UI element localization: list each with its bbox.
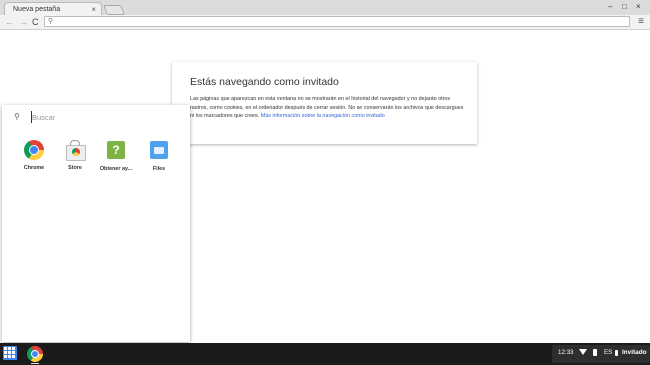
- new-tab-button[interactable]: [103, 5, 125, 15]
- chrome-icon: [24, 140, 44, 160]
- chrome-shelf-icon[interactable]: [27, 346, 43, 362]
- reload-icon[interactable]: C: [32, 16, 39, 28]
- search-icon: ⚲: [48, 18, 54, 25]
- app-files[interactable]: Files: [139, 140, 179, 172]
- guest-description: Las páginas que aparezcan en esta ventan…: [190, 95, 468, 121]
- search-icon: ⚲: [14, 112, 20, 121]
- app-store[interactable]: Store: [55, 140, 95, 171]
- menu-icon[interactable]: ≡: [638, 16, 644, 28]
- app-label: Obtener ay...: [99, 166, 133, 172]
- guest-info-card: Estás navegando como invitado Las página…: [172, 62, 477, 144]
- wifi-icon: [579, 349, 587, 355]
- back-icon[interactable]: ←: [5, 16, 14, 28]
- files-icon: [149, 141, 169, 161]
- tab-strip: Nueva pestaña × – □ ×: [0, 0, 650, 15]
- app-get-help[interactable]: ? Obtener ay...: [96, 140, 136, 172]
- launcher-search-input[interactable]: [31, 111, 172, 123]
- forward-icon[interactable]: →: [19, 16, 28, 28]
- shelf: 12:33 ES Invitado: [0, 343, 650, 365]
- battery-icon: [593, 349, 597, 356]
- close-tab-icon[interactable]: ×: [91, 4, 96, 15]
- help-icon: ?: [106, 141, 126, 161]
- user-name: Invitado: [622, 349, 647, 356]
- running-indicator: [31, 363, 39, 364]
- minimize-icon[interactable]: –: [608, 2, 612, 12]
- app-label: Files: [152, 166, 166, 172]
- app-label: Chrome: [23, 165, 45, 171]
- app-launcher: ⚲ Chrome Store ? Obtener ay... Files: [2, 105, 190, 342]
- app-label: Store: [68, 165, 82, 171]
- tab-title: Nueva pestaña: [13, 6, 61, 13]
- status-tray[interactable]: 12:33 ES Invitado: [552, 345, 650, 363]
- user-icon: [615, 350, 618, 356]
- app-chrome[interactable]: Chrome: [14, 140, 54, 171]
- maximize-icon[interactable]: □: [622, 2, 627, 12]
- app-launcher-button[interactable]: [3, 346, 17, 360]
- tab-new-tab[interactable]: Nueva pestaña ×: [4, 2, 102, 15]
- browser-toolbar: ← → C ⚲ ≡: [0, 15, 650, 30]
- store-icon: [65, 140, 86, 161]
- language-indicator: ES: [604, 349, 613, 356]
- omnibox[interactable]: ⚲: [44, 16, 630, 27]
- learn-more-link[interactable]: Más información sobre la navegación como…: [261, 113, 385, 119]
- clock: 12:33: [558, 349, 574, 356]
- guest-title: Estás navegando como invitado: [190, 76, 339, 88]
- close-window-icon[interactable]: ×: [636, 2, 641, 12]
